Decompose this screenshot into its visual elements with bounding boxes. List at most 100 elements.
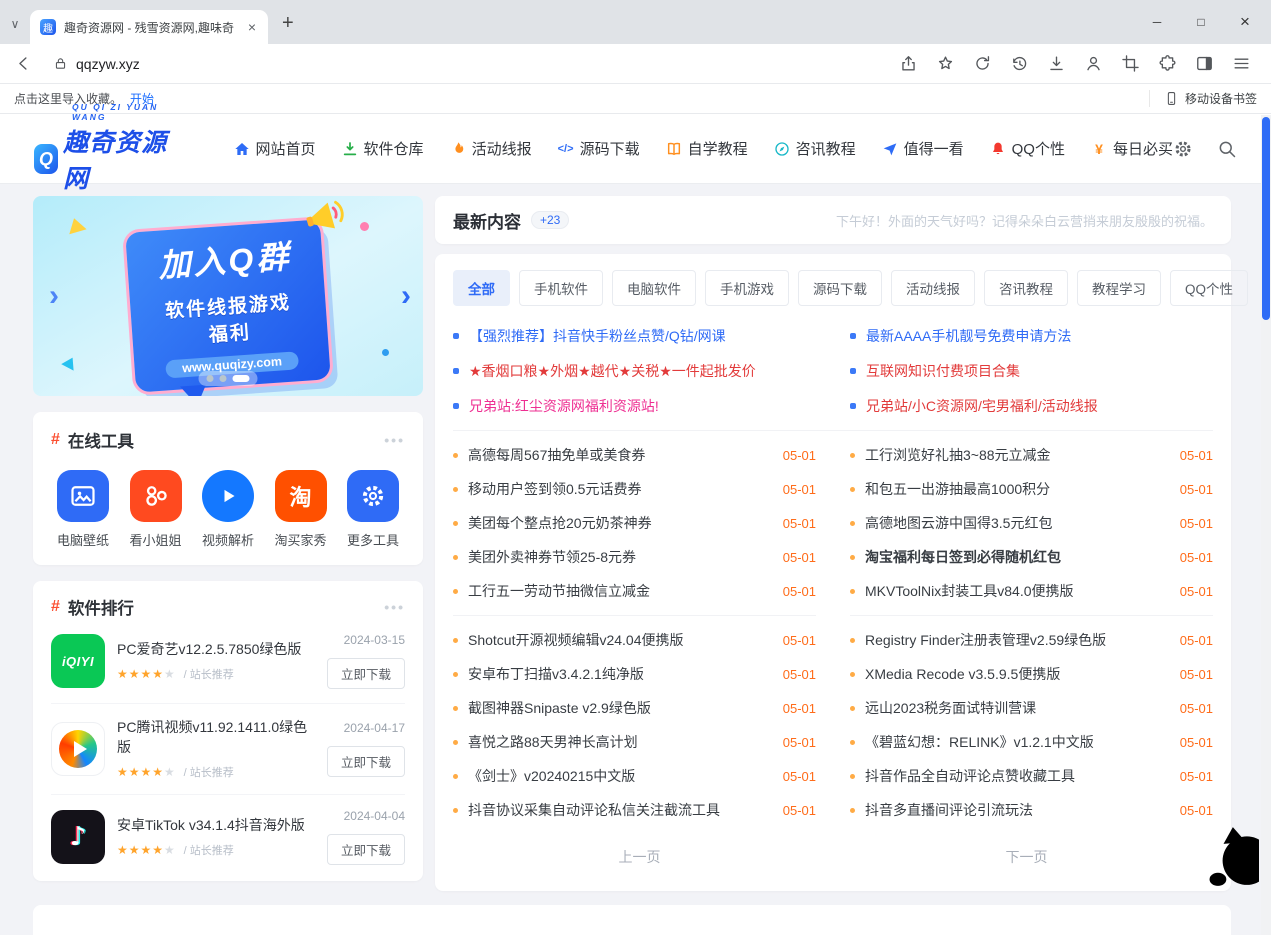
minimize-button[interactable]: ─ [1135, 15, 1179, 29]
window-close-button[interactable]: × [1223, 12, 1267, 32]
news-item[interactable]: Shotcut开源视频编辑v24.04便携版 05-01 [453, 623, 816, 657]
bullet-dot-icon [850, 638, 855, 643]
nav-item-qq[interactable]: QQ个性 [990, 138, 1065, 159]
history-icon[interactable] [1010, 54, 1029, 73]
menu-icon[interactable] [1232, 54, 1251, 73]
scrollbar-thumb[interactable] [1262, 117, 1270, 320]
featured-link[interactable]: 互联网知识付费项目合集 [850, 353, 1213, 388]
content-tab[interactable]: 全部 [453, 270, 510, 306]
nav-item-worth-seeing[interactable]: 值得一看 [882, 138, 964, 159]
download-icon[interactable] [1047, 54, 1066, 73]
download-now-button[interactable]: 立即下载 [327, 658, 405, 689]
content-tab[interactable]: 电脑软件 [612, 270, 696, 306]
content-tab[interactable]: 活动线报 [891, 270, 975, 306]
share-icon[interactable] [899, 54, 918, 73]
search-icon[interactable] [1217, 139, 1237, 159]
news-item[interactable]: Registry Finder注册表管理v2.59绿色版 05-01 [850, 623, 1213, 657]
software-name[interactable]: PC腾讯视频v11.92.1411.0绿色版 [117, 718, 315, 757]
featured-link[interactable]: 【强烈推荐】抖音快手粉丝点赞/Q钻/网课 [453, 318, 816, 353]
featured-link[interactable]: 兄弟站/小C资源网/宅男福利/活动线报 [850, 388, 1213, 423]
news-item[interactable]: 《碧蓝幻想：RELINK》v1.2.1中文版 05-01 [850, 725, 1213, 759]
carousel-next-icon[interactable]: › [401, 281, 411, 311]
settings-gear-icon[interactable] [1173, 139, 1193, 159]
nav-item-news[interactable]: 咨讯教程 [774, 138, 856, 159]
news-item[interactable]: 工行五一劳动节抽微信立减金 05-01 [453, 574, 816, 608]
next-page-button[interactable]: 下一页 [840, 839, 1213, 875]
carousel-dot[interactable] [220, 375, 227, 382]
screenshot-crop-icon[interactable] [1121, 54, 1140, 73]
content-tab[interactable]: 源码下载 [798, 270, 882, 306]
tab-search-chevron-icon[interactable]: ∨ [0, 17, 30, 44]
news-item[interactable]: 喜悦之路88天男神长高计划 05-01 [453, 725, 816, 759]
favorite-star-icon[interactable] [936, 54, 955, 73]
address-bar[interactable]: qqzyw.xyz [53, 56, 899, 72]
back-button[interactable] [14, 54, 33, 73]
carousel-dots[interactable] [199, 371, 258, 386]
site-logo[interactable]: QU QI ZI YUAN WANG Q 趣奇资源网 [34, 102, 168, 195]
news-item[interactable]: 和包五一出游抽最高1000积分 05-01 [850, 472, 1213, 506]
banner-carousel[interactable]: 加入Q群 软件线报游戏福利 www.quqizy.com › › [33, 196, 423, 396]
news-item[interactable]: 美团外卖神券节领25-8元券 05-01 [453, 540, 816, 574]
download-now-button[interactable]: 立即下载 [327, 746, 405, 777]
news-item[interactable]: 抖音协议采集自动评论私信关注截流工具 05-01 [453, 793, 816, 827]
browser-tab[interactable]: 趣 趣奇资源网 - 残雪资源网,趣味奇 × [30, 10, 268, 44]
news-item[interactable]: 抖音多直播间评论引流玩法 05-01 [850, 793, 1213, 827]
prev-page-button[interactable]: 上一页 [453, 839, 826, 875]
software-name[interactable]: PC爱奇艺v12.2.5.7850绿色版 [117, 640, 315, 660]
more-dots-icon[interactable]: ••• [384, 432, 405, 448]
news-item[interactable]: MKVToolNix封装工具v84.0便携版 05-01 [850, 574, 1213, 608]
more-dots-icon[interactable]: ••• [384, 599, 405, 615]
carousel-dot[interactable] [207, 375, 214, 382]
news-item[interactable]: 高德地图云游中国得3.5元红包 05-01 [850, 506, 1213, 540]
content-tab[interactable]: 手机游戏 [705, 270, 789, 306]
mobile-bookmarks-button[interactable]: 移动设备书签 [1149, 90, 1257, 107]
news-item[interactable]: 美团每个整点抢20元奶茶神券 05-01 [453, 506, 816, 540]
tool-kuaishou[interactable]: 看小姐姐 [124, 470, 188, 549]
download-now-button[interactable]: 立即下载 [327, 834, 405, 865]
url-text[interactable]: qqzyw.xyz [76, 56, 140, 72]
nav-item-home[interactable]: 网站首页 [234, 138, 316, 159]
nav-item-tutorials[interactable]: 自学教程 [666, 138, 748, 159]
nav-item-source-code[interactable]: </> 源码下载 [558, 138, 640, 159]
content-tab[interactable]: QQ个性 [1170, 270, 1248, 306]
carousel-prev-icon[interactable]: › [49, 281, 59, 311]
page-scrollbar[interactable] [1261, 115, 1271, 935]
tool-video-parse[interactable]: 视频解析 [196, 470, 260, 549]
extensions-icon[interactable] [1158, 54, 1177, 73]
featured-link[interactable]: 最新AAAA手机靓号免费申请方法 [850, 318, 1213, 353]
news-item[interactable]: 远山2023税务面试特训营课 05-01 [850, 691, 1213, 725]
maximize-button[interactable]: □ [1179, 15, 1223, 29]
featured-link[interactable]: ★香烟口粮★外烟★越代★关税★一件起批发价 [453, 353, 816, 388]
tool-wallpaper[interactable]: 电脑壁纸 [51, 470, 115, 549]
profile-icon[interactable] [1084, 54, 1103, 73]
nav-item-software[interactable]: 软件仓库 [342, 138, 424, 159]
split-screen-icon[interactable] [1195, 54, 1214, 73]
news-item[interactable]: 工行浏览好礼抽3~88元立减金 05-01 [850, 438, 1213, 472]
ranking-row-iqiyi[interactable]: iQIYI PC爱奇艺v12.2.5.7850绿色版 ★★★★★ / 站长推荐 … [51, 619, 405, 704]
news-title: 喜悦之路88天男神长高计划 [468, 732, 771, 752]
nav-item-activity[interactable]: 活动线报 [450, 138, 532, 159]
news-item[interactable]: 淘宝福利每日签到必得随机红包 05-01 [850, 540, 1213, 574]
carousel-dot-active[interactable] [233, 375, 250, 382]
tool-more[interactable]: 更多工具 [341, 470, 405, 549]
featured-link[interactable]: 兄弟站:红尘资源网福利资源站! [453, 388, 816, 423]
ranking-row-tencent-video[interactable]: PC腾讯视频v11.92.1411.0绿色版 ★★★★★ / 站长推荐 2024… [51, 704, 405, 795]
software-name[interactable]: 安卓TikTok v34.1.4抖音海外版 [117, 816, 315, 836]
cat-mascot-icon[interactable] [1203, 823, 1259, 889]
content-tab[interactable]: 手机软件 [519, 270, 603, 306]
ranking-row-tiktok[interactable]: ♪ 安卓TikTok v34.1.4抖音海外版 ★★★★★ / 站长推荐 202… [51, 795, 405, 879]
tool-taobao[interactable]: 淘 淘买家秀 [269, 470, 333, 549]
news-item[interactable]: 截图神器Snipaste v2.9绿色版 05-01 [453, 691, 816, 725]
content-tab[interactable]: 咨讯教程 [984, 270, 1068, 306]
news-item[interactable]: 移动用户签到领0.5元话费券 05-01 [453, 472, 816, 506]
content-tab[interactable]: 教程学习 [1077, 270, 1161, 306]
new-tab-button[interactable]: + [268, 12, 308, 44]
news-item[interactable]: 安卓布丁扫描v3.4.2.1纯净版 05-01 [453, 657, 816, 691]
refresh-icon[interactable] [973, 54, 992, 73]
news-item[interactable]: 高德每周567抽免单或美食券 05-01 [453, 438, 816, 472]
nav-item-daily-buy[interactable]: ¥ 每日必买 [1091, 138, 1173, 159]
tab-close-icon[interactable]: × [246, 19, 258, 35]
news-item[interactable]: XMedia Recode v3.5.9.5便携版 05-01 [850, 657, 1213, 691]
news-item[interactable]: 抖音作品全自动评论点赞收藏工具 05-01 [850, 759, 1213, 793]
news-item[interactable]: 《剑士》v20240215中文版 05-01 [453, 759, 816, 793]
